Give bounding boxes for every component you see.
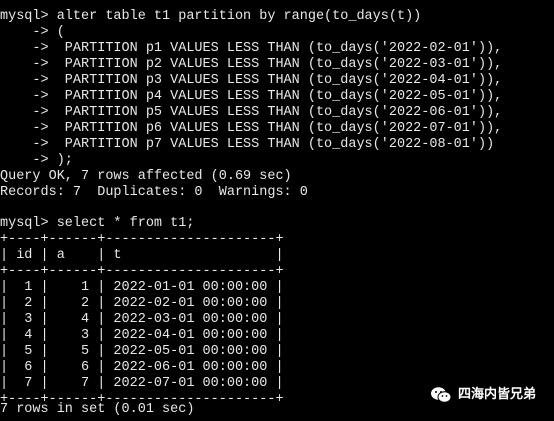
watermark-text: 四海内皆兄弟	[458, 387, 537, 402]
terminal-line-2: -> (	[0, 25, 65, 40]
terminal-line-8: -> PARTITION p6 VALUES LESS THAN (to_day…	[0, 121, 503, 136]
terminal-line-11: Query OK, 7 rows affected (0.69 sec)	[0, 169, 292, 184]
terminal-line-17: +----+------+---------------------+	[0, 264, 284, 279]
terminal-line-12: Records: 7 Duplicates: 0 Warnings: 0	[0, 185, 308, 200]
terminal-line-24: | 7 | 7 | 2022-07-01 00:00:00 |	[0, 376, 284, 391]
terminal-line-9: -> PARTITION p7 VALUES LESS THAN (to_day…	[0, 137, 495, 152]
terminal-line-4: -> PARTITION p2 VALUES LESS THAN (to_day…	[0, 57, 503, 72]
wechat-icon	[431, 387, 452, 403]
terminal-line-10: -> );	[0, 153, 73, 168]
terminal-line-22: | 5 | 5 | 2022-05-01 00:00:00 |	[0, 344, 284, 359]
terminal-line-21: | 4 | 3 | 2022-04-01 00:00:00 |	[0, 328, 284, 343]
terminal-line-1: mysql> alter table t1 partition by range…	[0, 9, 422, 24]
terminal-line-16: | id | a | t |	[0, 248, 284, 263]
terminal-line-7: -> PARTITION p5 VALUES LESS THAN (to_day…	[0, 105, 503, 120]
terminal-line-18: | 1 | 1 | 2022-01-01 00:00:00 |	[0, 280, 284, 295]
terminal-line-14: mysql> select * from t1;	[0, 216, 195, 231]
terminal-line-15: +----+------+---------------------+	[0, 232, 284, 247]
terminal-window[interactable]: mysql> alter table t1 partition by range…	[0, 0, 554, 421]
terminal-line-19: | 2 | 2 | 2022-02-01 00:00:00 |	[0, 296, 284, 311]
terminal-line-3: -> PARTITION p1 VALUES LESS THAN (to_day…	[0, 41, 503, 56]
terminal-line-5: -> PARTITION p3 VALUES LESS THAN (to_day…	[0, 73, 503, 88]
watermark: 四海内皆兄弟	[430, 384, 536, 406]
terminal-line-23: | 6 | 6 | 2022-06-01 00:00:00 |	[0, 360, 284, 375]
terminal-line-6: -> PARTITION p4 VALUES LESS THAN (to_day…	[0, 89, 503, 104]
terminal-line-26: 7 rows in set (0.01 sec)	[0, 402, 195, 417]
terminal-line-20: | 3 | 4 | 2022-03-01 00:00:00 |	[0, 312, 284, 327]
